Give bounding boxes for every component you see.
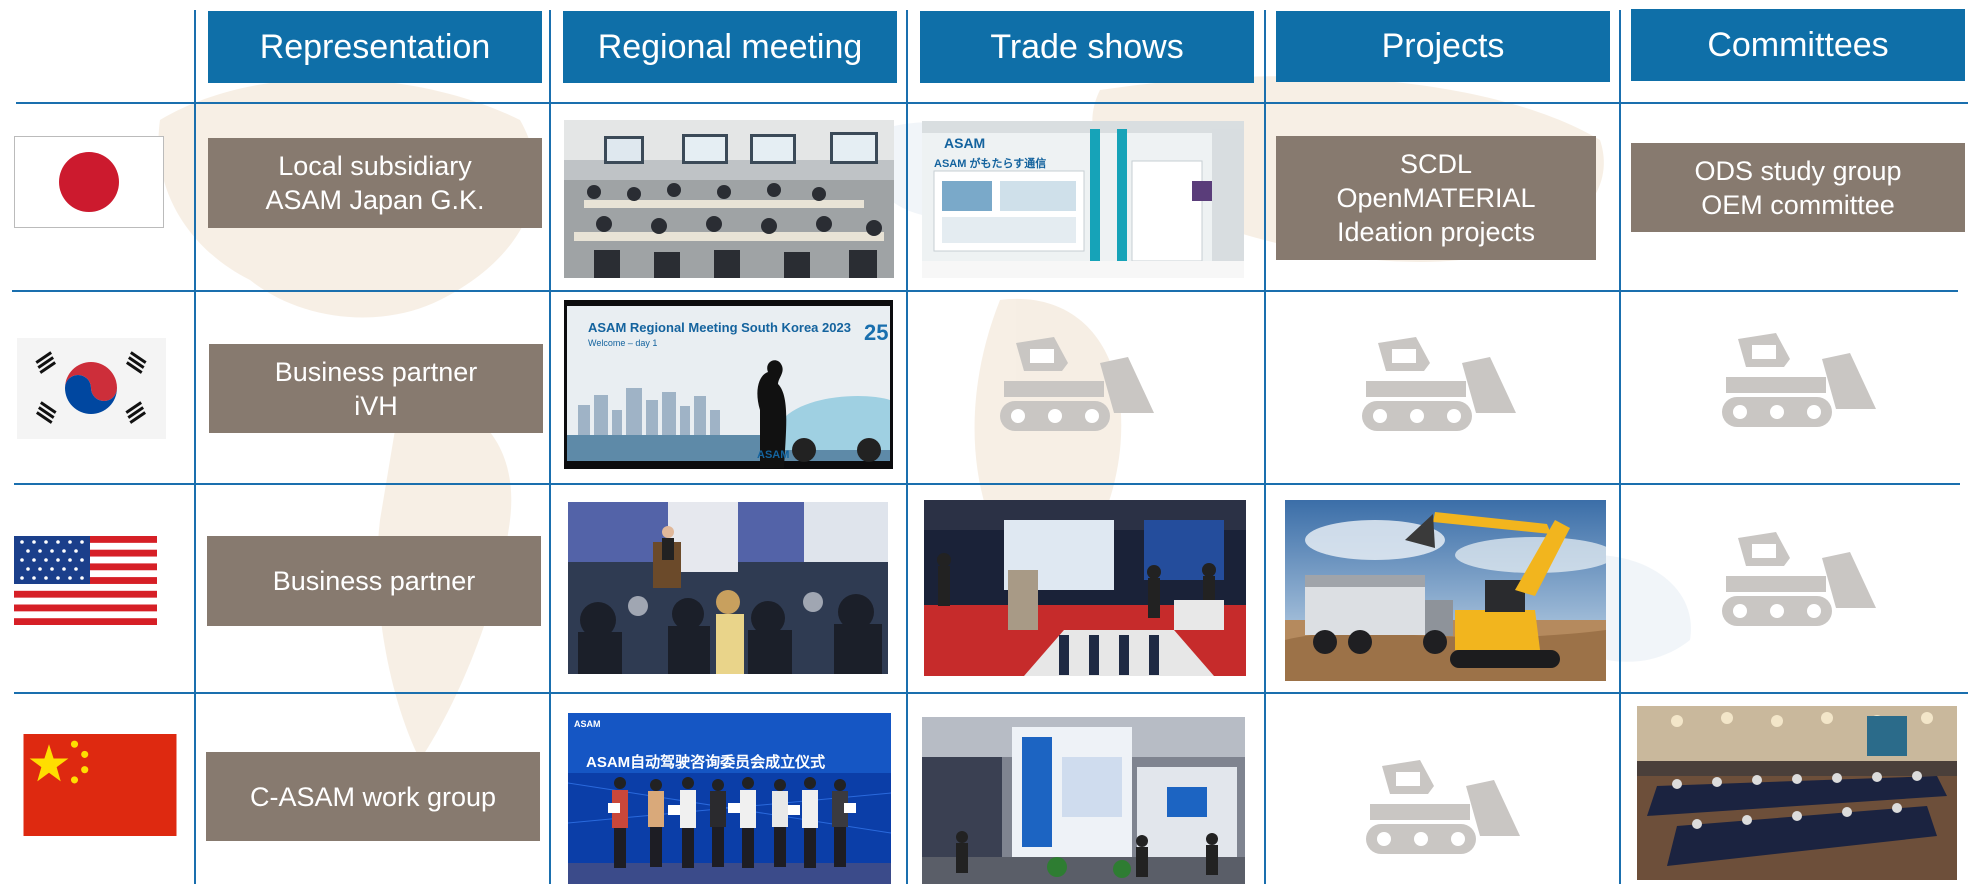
trade-show-tagline: ASAM がもたらす通信 [934,158,1047,170]
representation-box: Business partner [207,536,541,626]
committee-line: OEM committee [1701,189,1895,220]
grid-divider [14,692,1968,694]
svg-text:25: 25 [864,320,888,345]
representation-box: Local subsidiary ASAM Japan G.K. [208,138,542,228]
grid-divider [1264,10,1266,884]
grid-divider [12,290,1958,292]
column-header-regional-meeting: Regional meeting [563,11,897,83]
grid-divider [194,10,196,884]
project-line: SCDL [1399,149,1473,179]
korea-banner-logo: ASAM [757,449,790,461]
china-flag [17,734,183,836]
representation-line: Business partner [272,566,476,596]
grid-divider [1619,10,1621,884]
grid-divider [16,102,1968,104]
trade-show-photo-japan: ASAM ASAM がもたらす通信 [922,121,1244,278]
korea-banner-title: ASAM Regional Meeting South Korea 2023 [588,320,851,335]
bulldozer-placeholder-icon [1722,333,1876,427]
bulldozer-placeholder-icon [1366,760,1520,854]
representation-box: Business partner iVH [209,344,543,433]
representation-line: Business partner [274,356,478,387]
regional-meeting-photo-china: ASAM ASAM自动驾驶咨询委员会成立仪式 [568,713,891,884]
committees-box: ODS study group OEM committee [1631,143,1965,232]
china-banner-logo: ASAM [574,719,601,729]
regional-meeting-photo-usa [568,502,888,674]
column-header-trade-shows: Trade shows [920,11,1254,83]
committees-photo-china [1637,706,1957,880]
bulldozer-placeholder-icon [1362,337,1516,431]
china-banner-title: ASAM自动驾驶咨询委员会成立仪式 [586,754,826,771]
regional-meeting-photo-japan [564,120,894,278]
column-header-representation: Representation [208,11,542,83]
projects-photo-excavator [1285,500,1606,681]
south-korea-flag [17,338,166,439]
representation-box: C-ASAM work group [206,752,540,841]
project-line: OpenMATERIAL [1336,183,1536,213]
representation-line: ASAM Japan G.K. [265,185,485,215]
column-header-projects: Projects [1276,11,1610,82]
grid-divider [549,10,551,884]
column-header-committees: Committees [1631,9,1965,81]
trade-show-photo-china [922,717,1245,884]
representation-line: iVH [354,390,398,421]
project-line: Ideation projects [1336,217,1536,247]
usa-flag [14,536,157,625]
bulldozer-placeholder-icon [1000,337,1154,431]
representation-line: Local subsidiary [278,151,472,181]
trade-show-logo: ASAM [944,135,986,151]
japan-flag [14,136,164,228]
grid-divider [906,10,908,884]
committee-line: ODS study group [1694,155,1902,186]
grid-divider [14,483,1960,485]
projects-box: SCDL OpenMATERIAL Ideation projects [1276,136,1596,260]
bulldozer-placeholder-icon [1722,532,1876,626]
trade-show-photo-usa [924,500,1246,676]
representation-line: C-ASAM work group [249,781,497,812]
korea-banner-subtitle: Welcome – day 1 [588,338,658,348]
regional-meeting-photo-south-korea: 25 ASAM Regional Meeting South Korea 202… [564,300,893,469]
